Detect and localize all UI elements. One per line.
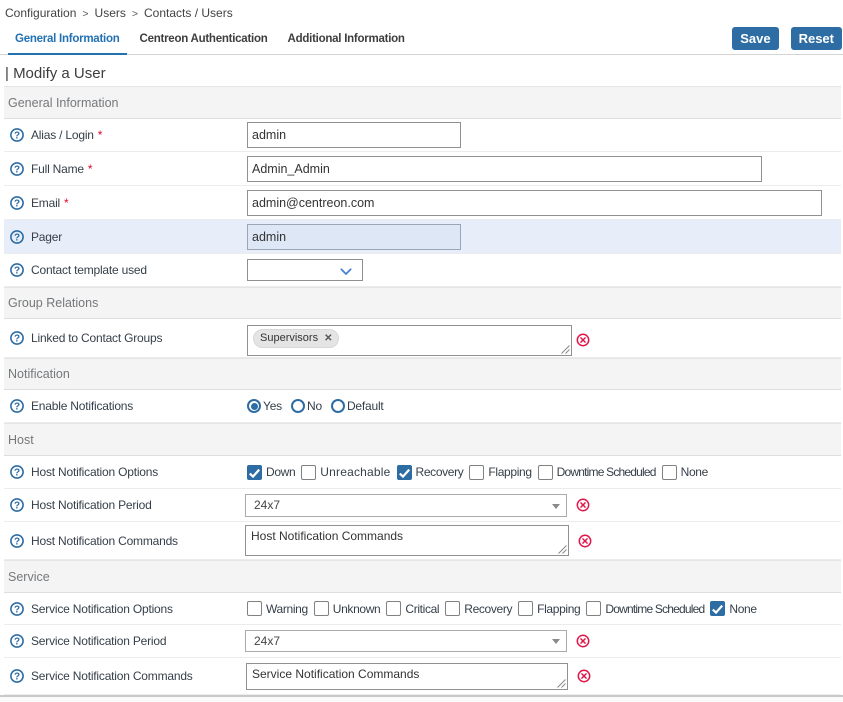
svg-text:?: ? — [14, 467, 20, 478]
svg-text:?: ? — [14, 232, 20, 243]
svg-text:?: ? — [14, 265, 20, 276]
svg-text:?: ? — [14, 536, 20, 547]
svg-text:?: ? — [14, 198, 20, 209]
svg-text:?: ? — [14, 401, 20, 412]
svg-text:?: ? — [14, 500, 20, 511]
svg-text:?: ? — [14, 164, 20, 175]
svg-text:?: ? — [14, 130, 20, 141]
svg-text:?: ? — [14, 333, 20, 344]
svg-text:?: ? — [14, 636, 20, 647]
svg-text:?: ? — [14, 671, 20, 682]
svg-text:?: ? — [14, 604, 20, 615]
